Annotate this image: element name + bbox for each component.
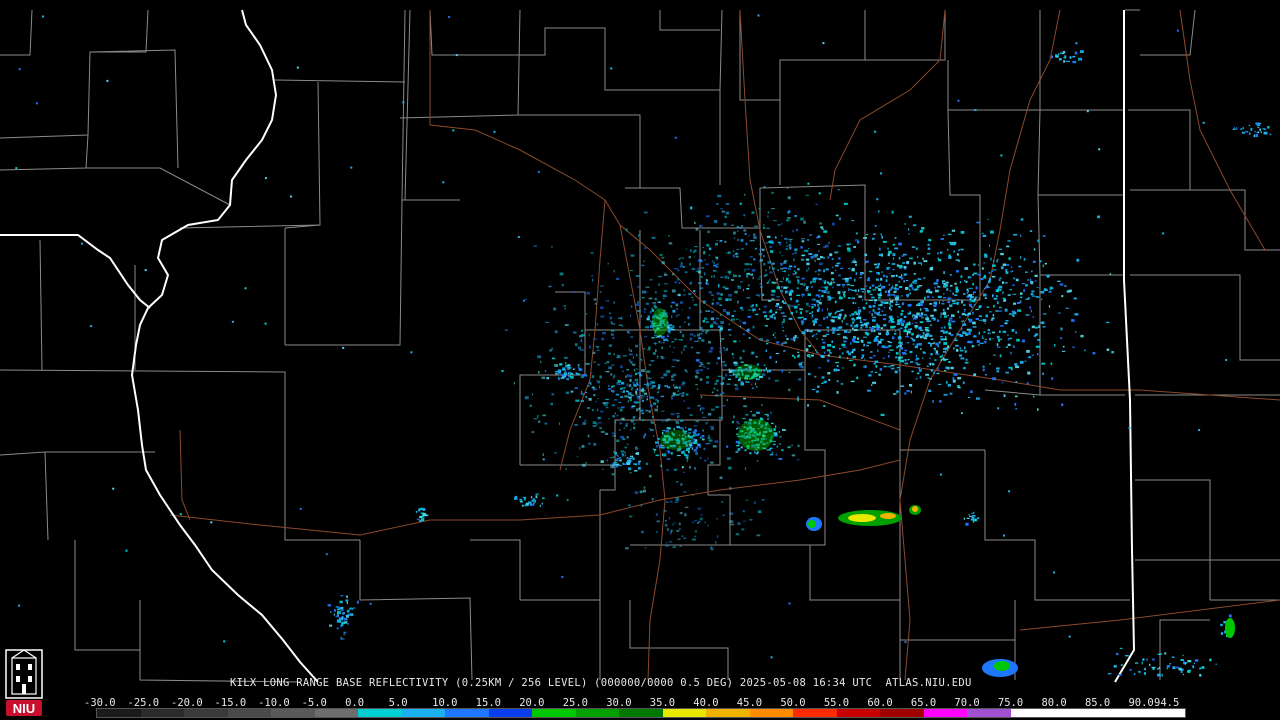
radar-map <box>0 0 1280 720</box>
colorbar-segment <box>706 709 750 717</box>
colorbar-segment <box>227 709 272 717</box>
colorbar-segment <box>445 709 489 717</box>
colorbar-segment <box>488 709 533 717</box>
colorbar-segment <box>749 709 794 717</box>
colorbar-segment <box>97 709 141 717</box>
colorbar-segment <box>358 709 402 717</box>
niu-shield-icon <box>5 649 43 699</box>
colorbar-segment <box>271 709 315 717</box>
colorbar-segment <box>532 709 576 717</box>
niu-logo: NIU <box>5 649 43 716</box>
colorbar-segment <box>967 709 1011 717</box>
colorbar-segment <box>1097 709 1142 717</box>
product-caption: KILX LONG RANGE BASE REFLECTIVITY (0.25K… <box>230 677 972 689</box>
colorbar-segment <box>1054 709 1098 717</box>
colorbar-segment <box>793 709 837 717</box>
colorbar-segment <box>401 709 446 717</box>
colorbar-segment <box>662 709 707 717</box>
colorbar-segment <box>1010 709 1055 717</box>
colorbar-segment <box>880 709 924 717</box>
reflectivity-colorbar <box>96 708 1186 718</box>
colorbar-segment <box>923 709 968 717</box>
colorbar-segment <box>314 709 359 717</box>
colorbar-segment <box>575 709 620 717</box>
colorbar-segment <box>619 709 663 717</box>
niu-logo-text: NIU <box>13 701 35 716</box>
colorbar-segment <box>836 709 881 717</box>
colorbar-segment <box>140 709 185 717</box>
colorbar-segment <box>184 709 228 717</box>
colorbar-segment <box>1141 709 1185 717</box>
